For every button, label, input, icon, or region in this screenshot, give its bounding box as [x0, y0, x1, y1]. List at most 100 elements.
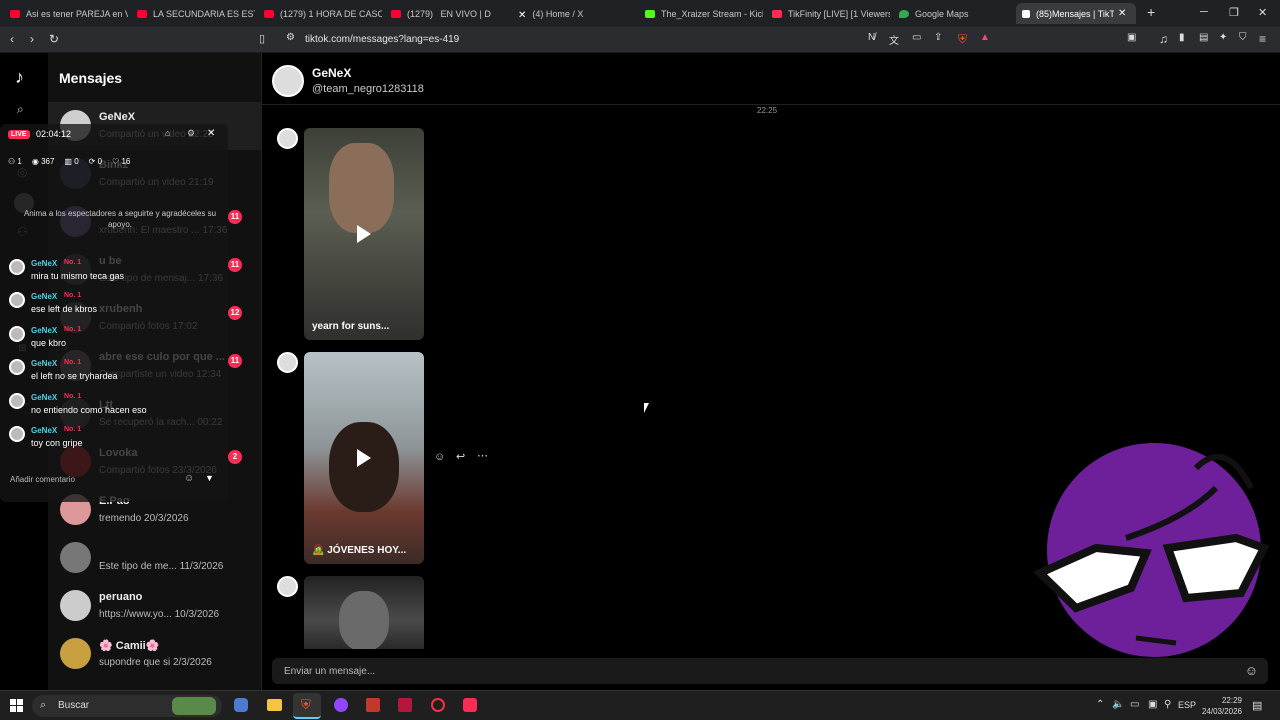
- bookmark-icon[interactable]: ▯: [259, 32, 265, 45]
- play-icon[interactable]: [357, 225, 371, 243]
- chat-handle[interactable]: @team_negro1283118: [312, 83, 424, 95]
- taskbar-brave[interactable]: ⛨: [293, 693, 321, 719]
- share-icon[interactable]: ⇪: [934, 32, 942, 43]
- close-icon[interactable]: ✕: [207, 128, 215, 139]
- site-info-icon[interactable]: ⚙: [286, 32, 295, 43]
- comment-text: mira tu mismo teca gas: [31, 271, 125, 281]
- avatar[interactable]: [277, 352, 298, 373]
- tikfinity-icon[interactable]: [398, 698, 412, 712]
- avatar[interactable]: [272, 65, 304, 97]
- filter-icon[interactable]: ▼: [205, 473, 214, 483]
- music-icon[interactable]: ♫: [1159, 32, 1168, 46]
- viewers-stat: ⚇ 1: [8, 157, 22, 166]
- forward-icon[interactable]: ›: [30, 32, 34, 46]
- settings-icon[interactable]: ⚙: [187, 128, 195, 139]
- rewards-icon[interactable]: ▲: [980, 32, 990, 43]
- browser-tab[interactable]: Asi es tener PAREJA en VE: [10, 3, 128, 24]
- conversation-item[interactable]: 🌸 Camii🌸 supondre que si 2/3/2026: [48, 630, 262, 678]
- more-options-icon[interactable]: ⋯: [477, 449, 488, 462]
- wallet-icon[interactable]: ▤: [1199, 32, 1208, 43]
- close-tab-icon[interactable]: ✕: [1118, 8, 1126, 19]
- sidebar-toggle-icon[interactable]: ▣: [1127, 32, 1136, 43]
- tray-chevron-icon[interactable]: ⌃: [1096, 699, 1104, 710]
- reload-icon[interactable]: ↻: [49, 32, 59, 46]
- avatar: [9, 359, 25, 376]
- comment-author: GeNeX: [31, 392, 58, 402]
- app-icon[interactable]: [366, 698, 380, 712]
- avatar[interactable]: [277, 576, 298, 597]
- shared-video[interactable]: yearn for suns...: [304, 128, 424, 340]
- likes-stat: ♡ 16: [112, 157, 131, 166]
- avatar: [60, 542, 91, 573]
- copilot-icon[interactable]: [234, 698, 248, 712]
- avatar: [60, 590, 91, 621]
- windows-taskbar: ⌕ Buscar ⛨ ⌃ 🔈 ▭ ▣ ⚲ ESP 22:29 24/03/202…: [0, 690, 1280, 720]
- leo-ai-icon[interactable]: ✦: [1219, 32, 1227, 43]
- browser-tab[interactable]: TikFinity [LIVE] [1 Viewers]: [772, 3, 890, 24]
- play-icon[interactable]: [357, 449, 371, 467]
- cast-icon[interactable]: ▭: [912, 32, 921, 43]
- taskbar-search[interactable]: ⌕ Buscar: [32, 695, 222, 717]
- message-timestamp: 22:25: [757, 106, 778, 115]
- clock[interactable]: 22:29 24/03/2026: [1200, 695, 1242, 717]
- browser-tab-active[interactable]: (85)Mensajes | TikT ✕: [1016, 3, 1136, 24]
- app-icon[interactable]: [431, 698, 445, 712]
- shared-video[interactable]: [304, 576, 424, 649]
- browser-tab[interactable]: (1279) EN VIVO | D: [391, 3, 509, 24]
- mic-icon[interactable]: ⚲: [1164, 699, 1171, 710]
- page-title: Mensajes: [59, 70, 123, 86]
- browser-tab-bar: Asi es tener PAREJA en VE LA SECUNDARIA …: [0, 0, 1280, 27]
- tiktok-logo-icon[interactable]: ♪: [15, 67, 24, 88]
- new-tab-button[interactable]: +: [1147, 4, 1155, 20]
- emoji-icon[interactable]: ☺: [1245, 663, 1258, 678]
- network-icon[interactable]: ▭: [1130, 699, 1139, 710]
- restore-icon[interactable]: ❐: [1229, 6, 1239, 19]
- search-highlight-image: [172, 697, 216, 715]
- conversation-name: peruano: [99, 591, 143, 603]
- youtube-icon: [137, 9, 147, 18]
- emoji-icon[interactable]: ☺: [184, 473, 194, 484]
- browser-tab[interactable]: Google Maps: [899, 3, 1017, 24]
- shared-video[interactable]: 🧟 JÓVENES HOY...: [304, 352, 424, 564]
- brave-icon: ⛨: [301, 697, 311, 712]
- rank-badge: No. 1: [64, 426, 82, 433]
- emoji-react-icon[interactable]: ☺: [434, 451, 445, 463]
- tikfinity-icon: [772, 9, 782, 18]
- menu-icon[interactable]: ≡: [1259, 32, 1266, 46]
- brave-shield-icon[interactable]: ⛨: [958, 32, 967, 47]
- cam-icon[interactable]: ▣: [1148, 699, 1157, 710]
- close-window-icon[interactable]: ✕: [1258, 6, 1267, 19]
- url-field[interactable]: tiktok.com/messages?lang=es-419: [305, 34, 459, 45]
- chat-name[interactable]: GeNeX: [312, 66, 351, 80]
- reply-icon[interactable]: ↩: [456, 450, 465, 463]
- browser-tab[interactable]: LA SECUNDARIA ES ESTUP: [137, 3, 255, 24]
- minimize-icon[interactable]: ─: [1200, 6, 1208, 18]
- volume-icon[interactable]: 🔈: [1112, 699, 1124, 710]
- back-icon[interactable]: ‹: [10, 32, 14, 46]
- lock-icon[interactable]: ⌂: [165, 128, 170, 138]
- conversation-item[interactable]: peruano https://www.yo... 10/3/2026: [48, 582, 262, 630]
- language-indicator[interactable]: ESP: [1178, 700, 1196, 710]
- comment-text: el left no se tryhardea: [31, 371, 118, 382]
- search-icon[interactable]: ⌕: [17, 102, 24, 117]
- start-icon[interactable]: [10, 699, 23, 712]
- conversation-item[interactable]: Este tipo de me... 11/3/2026: [48, 534, 262, 582]
- live-comment: GeNeX No. 1 no entiendo como hacen eso: [9, 391, 224, 423]
- vpn-icon[interactable]: ⛉: [1239, 32, 1247, 43]
- app-icon[interactable]: [334, 698, 348, 712]
- message-input[interactable]: Enviar un mensaje... ☺: [272, 658, 1268, 684]
- tiktok-icon[interactable]: [463, 698, 477, 712]
- video-thumbnail: [339, 591, 389, 649]
- avatar[interactable]: [277, 128, 298, 149]
- rank-badge: No. 1: [64, 259, 82, 266]
- notification-icon[interactable]: ▤: [1252, 699, 1262, 712]
- sidebar-icon[interactable]: ▮: [1179, 32, 1185, 43]
- browser-tab[interactable]: The_Xraizer Stream - Kick: [645, 3, 763, 24]
- file-explorer-icon[interactable]: [267, 699, 282, 711]
- rank-badge: No. 1: [64, 292, 82, 300]
- browser-tab[interactable]: (1279) 1 HORA DE CASOS: [264, 3, 382, 24]
- translate-icon[interactable]: 文: [889, 32, 899, 47]
- no-translate-icon[interactable]: N̸: [868, 32, 875, 43]
- comment-input[interactable]: Añadir comentario: [10, 475, 75, 484]
- browser-tab[interactable]: ✕ (4) Home / X: [518, 3, 636, 24]
